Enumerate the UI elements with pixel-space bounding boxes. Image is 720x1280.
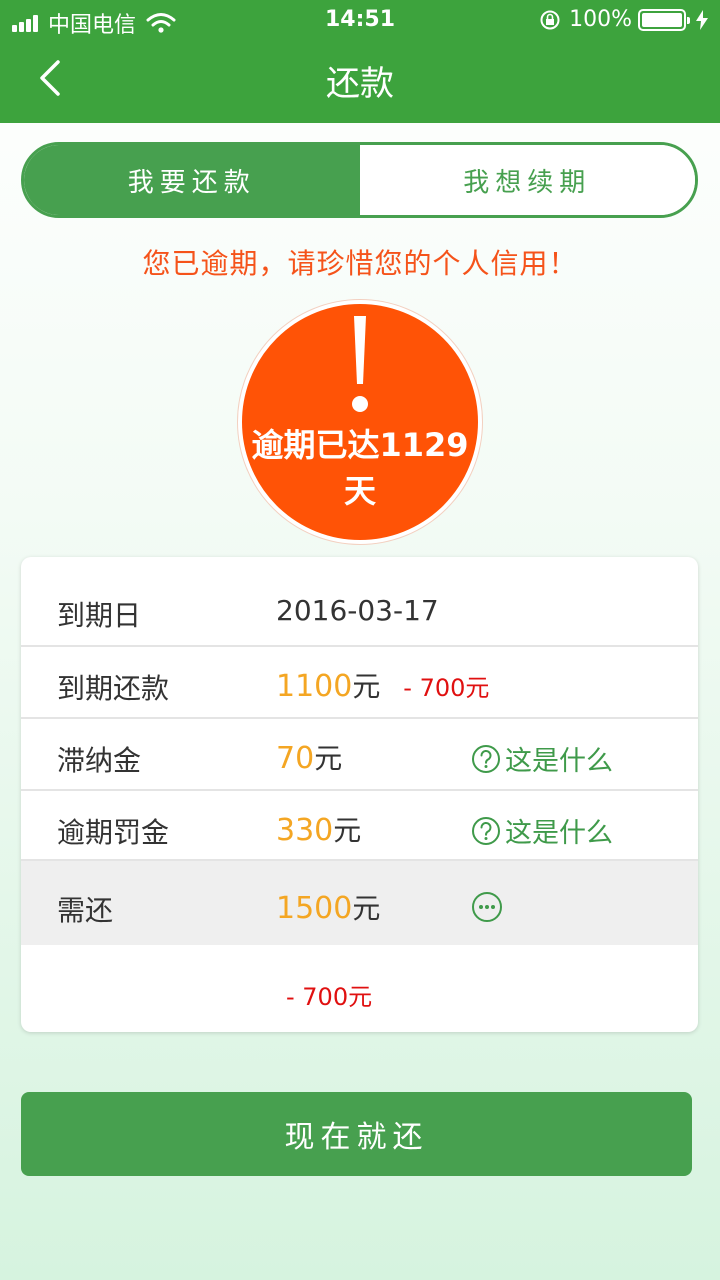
late-fee-help-text: 这是什么 xyxy=(505,746,613,777)
status-right: 100% xyxy=(539,7,708,32)
page-title: 还款 xyxy=(326,64,394,104)
overdue-days-text: 逾期已达1129 天 xyxy=(242,422,478,514)
due-amount-label: 到期还款 xyxy=(57,672,170,705)
penalty-label: 逾期罚金 xyxy=(57,816,170,849)
status-bar: 中国电信 14:51 100% xyxy=(0,0,720,40)
repay-mode-segment: 我要还款 我想续期 xyxy=(21,142,698,218)
penalty-help[interactable]: 这是什么 xyxy=(471,811,613,850)
row-due-date: 到期日 2016-03-17 xyxy=(21,557,698,647)
total-value: 1500元 xyxy=(276,887,380,927)
battery-icon xyxy=(638,8,690,31)
overdue-warning: 您已逾期，请珍惜您的个人信用！ xyxy=(142,247,578,280)
late-fee-unit: 元 xyxy=(314,742,343,775)
penalty-value: 330元 xyxy=(276,809,361,849)
row-total: 需还 1500元 xyxy=(21,861,698,945)
row-penalty: 逾期罚金 330元 这是什么 xyxy=(21,791,698,861)
row-late-fee: 滞纳金 70元 这是什么 xyxy=(21,719,698,791)
overdue-line1: 逾期已达1129 xyxy=(251,426,469,464)
late-fee-value: 70元 xyxy=(276,737,342,777)
charging-icon xyxy=(696,9,708,30)
due-amount-discount: - 700元 xyxy=(403,674,490,702)
tab-renew[interactable]: 我想续期 xyxy=(359,145,695,215)
app-header: 中国电信 14:51 100% 还款 xyxy=(0,0,720,123)
overdue-line2: 天 xyxy=(343,472,376,510)
repayment-details-card: 到期日 2016-03-17 到期还款 1100元 - 700元 滞纳金 70元… xyxy=(21,557,698,1032)
due-date-label: 到期日 xyxy=(57,599,142,632)
due-amount-value: 1100元 - 700元 xyxy=(276,665,489,705)
total-discount: - 700元 xyxy=(286,983,373,1011)
more-icon[interactable] xyxy=(471,891,503,923)
question-icon xyxy=(472,744,500,773)
penalty-unit: 元 xyxy=(333,814,362,847)
battery-percent: 100% xyxy=(569,7,632,32)
due-date-value: 2016-03-17 xyxy=(276,594,439,627)
tab-repay[interactable]: 我要还款 xyxy=(24,145,360,215)
row-due-amount: 到期还款 1100元 - 700元 xyxy=(21,647,698,719)
question-icon xyxy=(472,816,500,845)
pay-now-button[interactable]: 现在就还 xyxy=(21,1092,692,1176)
total-unit: 元 xyxy=(352,892,381,925)
exclamation-icon xyxy=(352,316,368,412)
late-fee-help[interactable]: 这是什么 xyxy=(471,739,613,778)
late-fee-label: 滞纳金 xyxy=(57,744,142,777)
total-number: 1500 xyxy=(276,891,353,926)
due-amount-number: 1100 xyxy=(276,669,353,704)
due-amount-unit: 元 xyxy=(352,670,381,703)
penalty-help-text: 这是什么 xyxy=(505,818,613,849)
total-label: 需还 xyxy=(57,894,114,927)
overdue-badge: 逾期已达1129 天 xyxy=(238,300,482,544)
late-fee-number: 70 xyxy=(276,741,315,776)
penalty-number: 330 xyxy=(276,813,334,848)
rotation-lock-icon xyxy=(540,10,560,29)
